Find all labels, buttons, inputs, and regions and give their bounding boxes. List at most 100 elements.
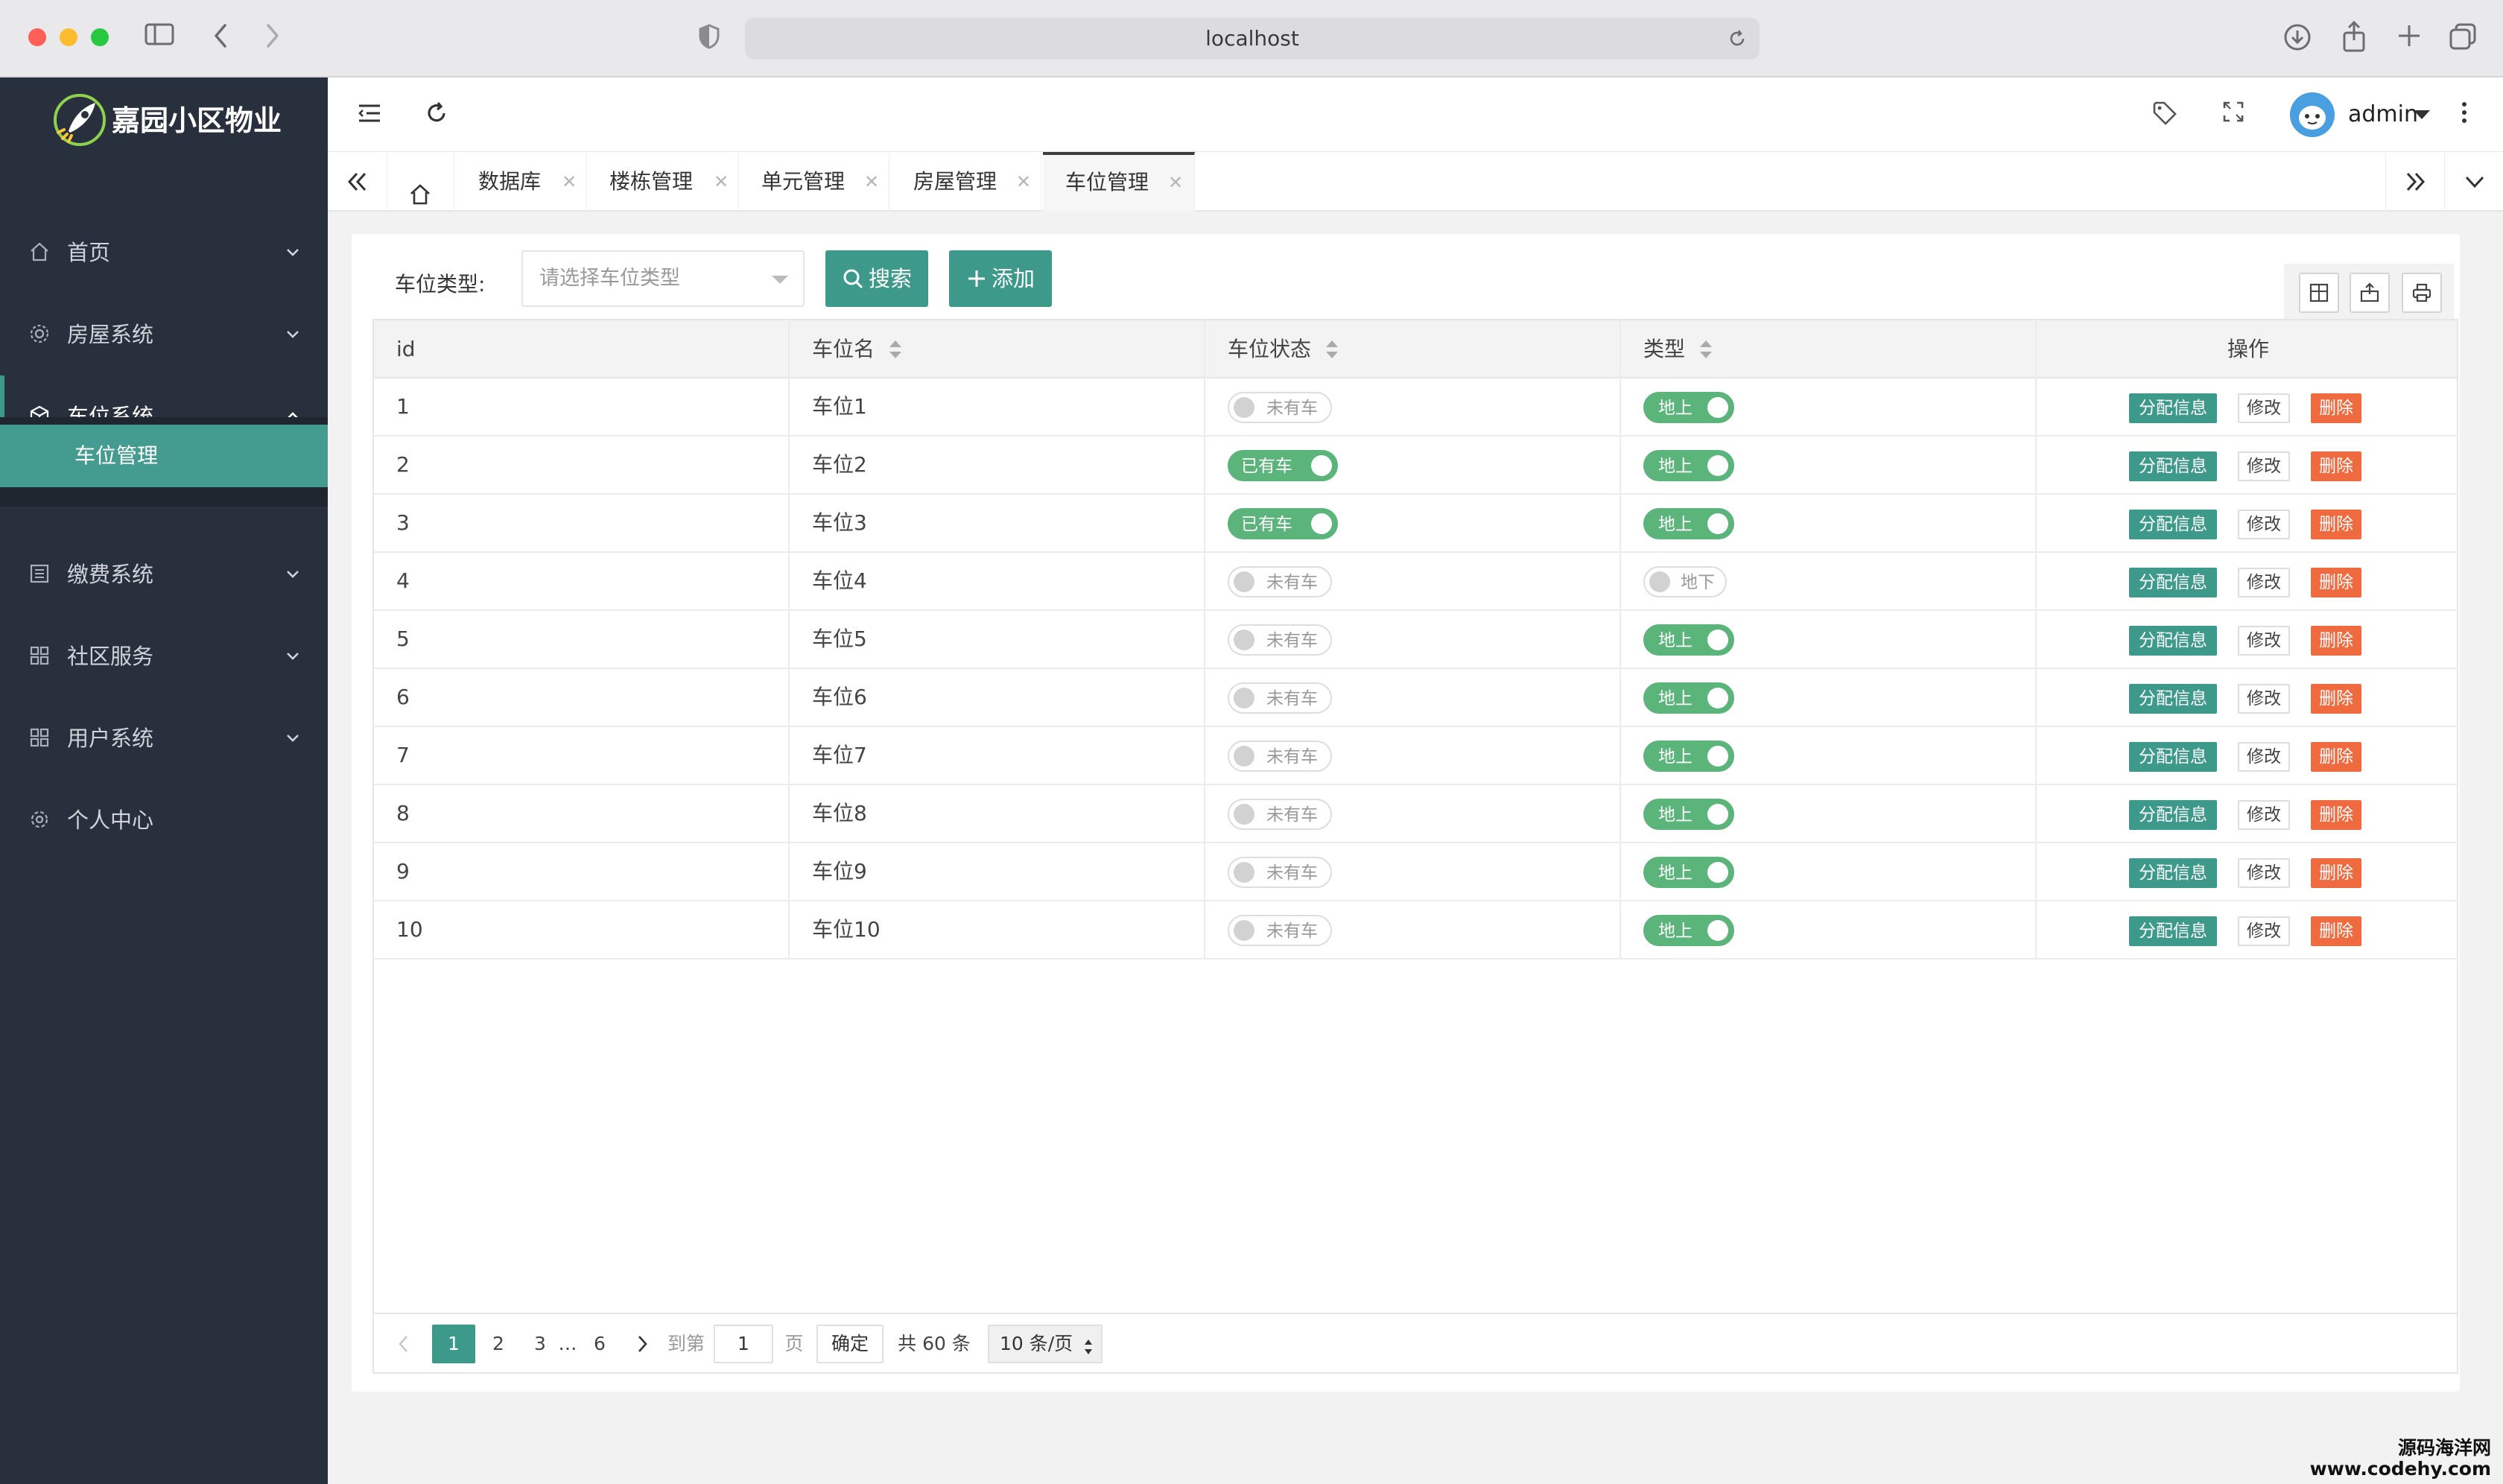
sidebar-toggle-icon[interactable] <box>143 22 176 52</box>
edit-button[interactable]: 修改 <box>2238 742 2290 772</box>
close-icon[interactable]: ✕ <box>1168 155 1183 210</box>
sort-icon[interactable] <box>888 339 903 361</box>
close-icon[interactable]: ✕ <box>1016 152 1031 212</box>
type-toggle[interactable]: 地上 <box>1643 624 1734 656</box>
delete-button[interactable]: 删除 <box>2311 742 2361 772</box>
delete-button[interactable]: 删除 <box>2311 858 2361 888</box>
status-toggle[interactable]: 未有车 <box>1228 915 1332 946</box>
sidebar-subitem-parking-management[interactable]: 车位管理 <box>0 425 328 487</box>
column-header-id[interactable]: id <box>396 320 416 378</box>
fullscreen-icon[interactable] <box>2218 100 2248 130</box>
close-icon[interactable]: ✕ <box>562 152 577 212</box>
assign-info-button[interactable]: 分配信息 <box>2129 568 2217 597</box>
assign-info-button[interactable]: 分配信息 <box>2129 393 2217 423</box>
assign-info-button[interactable]: 分配信息 <box>2129 916 2217 946</box>
reload-icon[interactable] <box>1727 28 1749 51</box>
delete-button[interactable]: 删除 <box>2311 684 2361 714</box>
minimize-window-button[interactable] <box>60 28 77 46</box>
avatar[interactable] <box>2290 92 2335 137</box>
address-bar[interactable]: localhost <box>745 18 1760 60</box>
sidebar-item-housing[interactable]: 房屋系统 <box>0 294 328 375</box>
delete-button[interactable]: 删除 <box>2311 393 2361 423</box>
tab-buildings[interactable]: 楼栋管理 ✕ <box>587 152 739 212</box>
edit-button[interactable]: 修改 <box>2238 626 2290 656</box>
edit-button[interactable]: 修改 <box>2238 800 2290 830</box>
sort-icon[interactable] <box>1325 339 1339 361</box>
status-toggle[interactable]: 未有车 <box>1228 857 1332 888</box>
close-icon[interactable]: ✕ <box>864 152 879 212</box>
caret-down-icon[interactable] <box>2414 110 2430 119</box>
status-toggle[interactable]: 未有车 <box>1228 682 1332 714</box>
export-icon[interactable] <box>2350 273 2390 313</box>
collapse-menu-icon[interactable] <box>355 100 384 130</box>
status-toggle[interactable]: 未有车 <box>1228 392 1332 423</box>
edit-button[interactable]: 修改 <box>2238 510 2290 539</box>
status-toggle[interactable]: 未有车 <box>1228 624 1332 656</box>
type-toggle[interactable]: 地上 <box>1643 741 1734 772</box>
type-toggle[interactable]: 地上 <box>1643 857 1734 888</box>
sidebar-item-profile[interactable]: 个人中心 <box>0 779 328 861</box>
tag-icon[interactable] <box>2150 100 2180 130</box>
assign-info-button[interactable]: 分配信息 <box>2129 626 2217 656</box>
more-vertical-icon[interactable] <box>2455 100 2473 130</box>
type-toggle[interactable]: 地上 <box>1643 682 1734 714</box>
tab-database[interactable]: 数据库 ✕ <box>454 152 587 212</box>
type-toggle[interactable]: 地下 <box>1643 566 1727 597</box>
delete-button[interactable]: 删除 <box>2311 626 2361 656</box>
column-header-name[interactable]: 车位名 <box>812 320 903 378</box>
delete-button[interactable]: 删除 <box>2311 568 2361 597</box>
assign-info-button[interactable]: 分配信息 <box>2129 451 2217 481</box>
goto-page-input[interactable]: 1 <box>714 1325 773 1363</box>
delete-button[interactable]: 删除 <box>2311 800 2361 830</box>
sidebar-item-billing[interactable]: 缴费系统 <box>0 533 328 615</box>
new-tab-icon[interactable] <box>2393 22 2426 52</box>
column-header-type[interactable]: 类型 <box>1643 320 1713 378</box>
assign-info-button[interactable]: 分配信息 <box>2129 800 2217 830</box>
parking-type-select[interactable]: 请选择车位类型 <box>521 250 805 307</box>
edit-button[interactable]: 修改 <box>2238 916 2290 946</box>
assign-info-button[interactable]: 分配信息 <box>2129 684 2217 714</box>
delete-button[interactable]: 删除 <box>2311 916 2361 946</box>
back-icon[interactable] <box>206 22 235 52</box>
edit-button[interactable]: 修改 <box>2238 568 2290 597</box>
edit-button[interactable]: 修改 <box>2238 684 2290 714</box>
zoom-window-button[interactable] <box>91 28 109 46</box>
status-toggle[interactable]: 已有车 <box>1228 450 1338 481</box>
sidebar-item-home[interactable]: 首页 <box>0 212 328 294</box>
type-toggle[interactable]: 地上 <box>1643 915 1734 946</box>
edit-button[interactable]: 修改 <box>2238 451 2290 481</box>
edit-button[interactable]: 修改 <box>2238 858 2290 888</box>
type-toggle[interactable]: 地上 <box>1643 392 1734 423</box>
status-toggle[interactable]: 未有车 <box>1228 566 1332 597</box>
sidebar-item-community[interactable]: 社区服务 <box>0 615 328 697</box>
share-icon[interactable] <box>2338 20 2370 52</box>
status-toggle[interactable]: 未有车 <box>1228 741 1332 772</box>
assign-info-button[interactable]: 分配信息 <box>2129 510 2217 539</box>
user-name[interactable]: admin <box>2348 97 2418 133</box>
tab-overview-icon[interactable] <box>2446 22 2479 52</box>
close-icon[interactable]: ✕ <box>714 152 729 212</box>
scroll-tabs-right-icon[interactable] <box>2385 152 2445 212</box>
delete-button[interactable]: 删除 <box>2311 451 2361 481</box>
add-button[interactable]: 添加 <box>949 250 1052 307</box>
download-icon[interactable] <box>2281 22 2314 52</box>
type-toggle[interactable]: 地上 <box>1643 799 1734 830</box>
print-icon[interactable] <box>2402 273 2442 313</box>
page-size-select[interactable]: 10 条/页 <box>988 1325 1103 1363</box>
tab-parking-management[interactable]: 车位管理 ✕ <box>1043 152 1195 212</box>
columns-filter-icon[interactable] <box>2299 273 2339 313</box>
sidebar-item-users[interactable]: 用户系统 <box>0 697 328 779</box>
status-toggle[interactable]: 已有车 <box>1228 508 1338 539</box>
search-button[interactable]: 搜索 <box>825 250 928 307</box>
tab-units[interactable]: 单元管理 ✕ <box>739 152 889 212</box>
assign-info-button[interactable]: 分配信息 <box>2129 858 2217 888</box>
status-toggle[interactable]: 未有车 <box>1228 799 1332 830</box>
sort-icon[interactable] <box>1698 339 1713 361</box>
next-page-icon[interactable] <box>627 1325 657 1363</box>
assign-info-button[interactable]: 分配信息 <box>2129 742 2217 772</box>
tab-houses[interactable]: 房屋管理 ✕ <box>889 152 1041 212</box>
refresh-icon[interactable] <box>422 100 451 130</box>
type-toggle[interactable]: 地上 <box>1643 450 1734 481</box>
page-1[interactable]: 1 <box>432 1325 475 1363</box>
page-2[interactable]: 2 <box>481 1325 515 1363</box>
